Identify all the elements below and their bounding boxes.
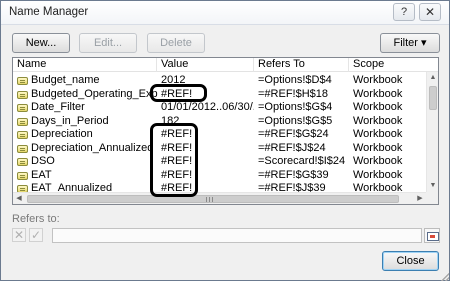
scroll-corner [426, 192, 438, 204]
table-row[interactable]: Days_in_Period 182 =Options!$G$5 Workboo… [13, 115, 426, 129]
help-button[interactable]: ? [393, 3, 415, 21]
list-header: Name Value Refers To Scope [13, 58, 438, 72]
defined-name-icon [17, 77, 28, 85]
refers-to-label: Refers to: [12, 213, 60, 225]
edit-name-button[interactable]: Edit... [79, 33, 137, 53]
row-refers-to: =Options!$G$5 [258, 114, 333, 127]
collapse-dialog-icon[interactable] [424, 228, 440, 243]
vertical-scrollbar[interactable]: ▲ ▼ [426, 72, 438, 192]
refers-to-input[interactable] [52, 228, 422, 243]
row-name: DSO [31, 155, 55, 167]
row-name: Budget_name [31, 74, 100, 86]
scroll-up-icon[interactable]: ▲ [427, 72, 438, 84]
table-row[interactable]: Budget_name 2012 =Options!$D$4 Workbook [13, 74, 426, 88]
close-button[interactable]: Close [382, 251, 439, 271]
row-value: 01/01/2012..06/30/... [161, 101, 254, 113]
filter-button[interactable]: Filter ▾ [380, 33, 440, 53]
column-header-name[interactable]: Name [13, 58, 157, 72]
table-row[interactable]: Depreciation_Annualized #REF! =#REF!$J$2… [13, 142, 426, 156]
horizontal-scroll-thumb[interactable] [27, 195, 399, 203]
row-refers-to: =#REF!$J$24 [258, 141, 326, 154]
defined-name-icon [17, 90, 28, 99]
ref-error-highlight-group [150, 123, 198, 197]
row-refers-to: =Scorecard!$I$24 [258, 155, 346, 167]
row-scope: Workbook [353, 87, 403, 100]
new-name-button[interactable]: New... [12, 33, 70, 53]
title-bar[interactable]: Name Manager ? ✕ [1, 1, 449, 25]
column-header-scope[interactable]: Scope [349, 58, 426, 72]
defined-name-icon [17, 171, 28, 180]
delete-name-button[interactable]: Delete [147, 33, 205, 53]
row-refers-to: =#REF!$G$24 [258, 128, 329, 140]
row-scope: Workbook [353, 155, 403, 167]
row-name: Depreciation_Annualized [31, 141, 154, 154]
row-name: Date_Filter [31, 101, 85, 113]
scroll-left-icon[interactable]: ◀ [13, 193, 25, 204]
accept-edit-icon[interactable]: ✓ [29, 228, 43, 242]
row-scope: Workbook [353, 114, 403, 127]
table-row[interactable]: Depreciation #REF! =#REF!$G$24 Workbook [13, 128, 426, 142]
column-header-refers-to[interactable]: Refers To [254, 58, 349, 72]
row-name: Depreciation [31, 128, 93, 140]
cancel-edit-icon[interactable]: ✕ [12, 228, 26, 242]
row-name: Budgeted_Operating_Expen... [31, 87, 158, 100]
table-row[interactable]: Budgeted_Operating_Expen... #REF! =#REF!… [13, 88, 426, 102]
name-manager-dialog: Name Manager ? ✕ New... Edit... Delete F… [0, 0, 450, 281]
names-list[interactable]: Name Value Refers To Scope Budget_name 2… [12, 57, 439, 205]
dialog-title: Name Manager [9, 6, 89, 18]
list-rows: Budget_name 2012 =Options!$D$4 Workbook … [13, 74, 426, 196]
scroll-right-icon[interactable]: ▶ [414, 193, 426, 204]
table-row[interactable]: EAT #REF! =#REF!$G$39 Workbook [13, 169, 426, 183]
defined-name-icon [17, 117, 28, 126]
defined-name-icon [17, 104, 28, 112]
horizontal-scrollbar[interactable]: ◀ ▶ [13, 192, 426, 204]
defined-name-icon [17, 144, 28, 153]
row-scope: Workbook [353, 74, 403, 86]
row-refers-to: =Options!$G$4 [258, 101, 333, 113]
scroll-grip-icon [206, 197, 215, 202]
row-scope: Workbook [353, 128, 403, 140]
row-refers-to: =Options!$D$4 [258, 74, 332, 86]
table-row[interactable]: Date_Filter 01/01/2012..06/30/... =Optio… [13, 101, 426, 115]
row-scope: Workbook [353, 141, 403, 154]
table-row[interactable]: DSO #REF! =Scorecard!$I$24 Workbook [13, 155, 426, 169]
row-refers-to: =#REF!$H$18 [258, 87, 329, 100]
scroll-down-icon[interactable]: ▼ [427, 180, 438, 192]
resize-grip-icon[interactable] [441, 273, 449, 281]
row-name: EAT [31, 168, 52, 181]
row-refers-to: =#REF!$G$39 [258, 168, 329, 181]
vertical-scroll-thumb[interactable] [429, 86, 437, 110]
row-scope: Workbook [353, 101, 403, 113]
row-name: Days_in_Period [31, 114, 109, 127]
defined-name-icon [17, 158, 28, 166]
column-header-value[interactable]: Value [157, 58, 254, 72]
ref-error-highlight [150, 84, 207, 102]
defined-name-icon [17, 131, 28, 139]
row-scope: Workbook [353, 168, 403, 181]
close-window-button[interactable]: ✕ [419, 3, 441, 21]
